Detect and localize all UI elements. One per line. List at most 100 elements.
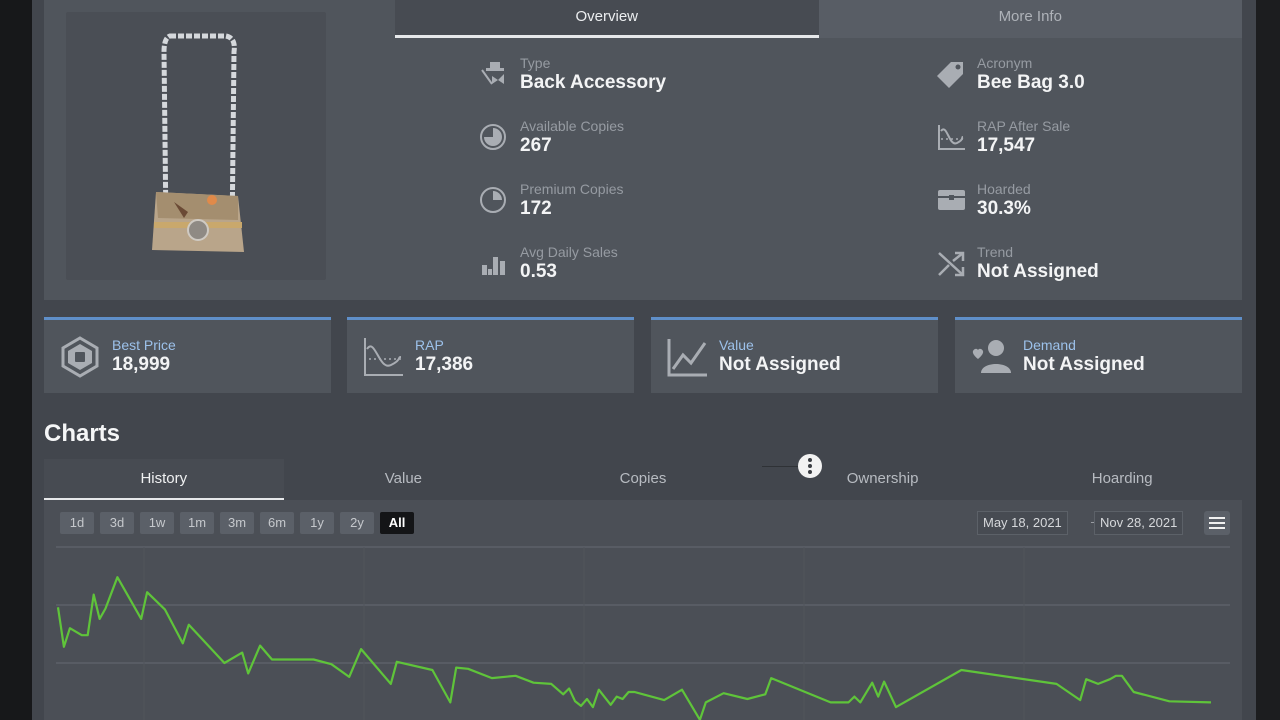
data-point[interactable] <box>545 678 557 690</box>
data-point[interactable] <box>878 676 890 688</box>
info-hoarded-label: Hoarded <box>977 181 1031 197</box>
data-point[interactable] <box>587 701 599 713</box>
data-point[interactable] <box>135 613 147 625</box>
range-6m[interactable]: 6m <box>260 512 294 534</box>
info-acronym-value: Bee Bag 3.0 <box>977 72 1085 93</box>
stat-value-label: Value <box>719 337 754 353</box>
hat-icon <box>478 58 512 90</box>
range-1y[interactable]: 1y <box>300 512 334 534</box>
data-point[interactable] <box>462 663 474 675</box>
range-1m[interactable]: 1m <box>180 512 214 534</box>
stat-rap-label: RAP <box>415 337 444 353</box>
data-point[interactable] <box>629 686 641 698</box>
data-point[interactable] <box>563 683 575 695</box>
info-hoarded-value: 30.3% <box>977 198 1031 219</box>
data-point[interactable] <box>486 672 498 684</box>
shuffle-icon <box>935 247 969 279</box>
data-point[interactable] <box>759 688 771 700</box>
data-point[interactable] <box>450 662 462 674</box>
data-point[interactable] <box>1128 686 1140 698</box>
data-point[interactable] <box>955 664 967 676</box>
data-point[interactable] <box>218 657 230 669</box>
data-point[interactable] <box>266 654 278 666</box>
data-point[interactable] <box>718 687 730 699</box>
tab-hoarding[interactable]: Hoarding <box>1002 459 1242 501</box>
tab-copies[interactable]: Copies <box>523 459 763 501</box>
tab-history[interactable]: History <box>44 459 284 501</box>
data-point[interactable] <box>866 677 878 689</box>
data-point[interactable] <box>242 667 254 679</box>
data-point[interactable] <box>658 694 670 706</box>
data-point[interactable] <box>183 619 195 631</box>
data-point[interactable] <box>872 691 884 703</box>
data-point[interactable] <box>343 671 355 683</box>
data-point[interactable] <box>854 696 866 708</box>
data-point[interactable] <box>385 678 397 690</box>
data-point[interactable] <box>64 622 76 634</box>
data-point[interactable] <box>444 696 456 708</box>
data-point[interactable] <box>254 640 266 652</box>
range-1w[interactable]: 1w <box>140 512 174 534</box>
data-point[interactable] <box>700 696 712 708</box>
date-to-input[interactable]: Nov 28, 2021 <box>1094 511 1184 535</box>
data-point[interactable] <box>236 647 248 659</box>
data-point[interactable] <box>426 664 438 676</box>
rap-curve-icon <box>935 121 969 153</box>
data-point[interactable] <box>676 684 688 696</box>
range-2y[interactable]: 2y <box>340 512 374 534</box>
chart-tabs: History Value Copies Ownership Hoarding <box>44 459 1242 501</box>
tab-more-info[interactable]: More Info <box>818 0 1242 38</box>
data-point[interactable] <box>159 604 171 616</box>
data-point[interactable] <box>325 658 337 670</box>
data-point[interactable] <box>510 670 522 682</box>
info-avg-daily-sales: Avg Daily Sales 0.53 <box>478 243 618 283</box>
data-point[interactable] <box>391 656 403 668</box>
more-options-icon[interactable] <box>798 454 822 478</box>
info-type-label: Type <box>520 55 551 71</box>
data-point[interactable] <box>1074 694 1086 706</box>
info-acronym: Acronym Bee Bag 3.0 <box>935 54 1085 94</box>
data-point[interactable] <box>593 684 605 696</box>
data-point[interactable] <box>308 654 320 666</box>
window-left-edge <box>0 0 32 720</box>
data-point[interactable] <box>1051 678 1063 690</box>
data-point[interactable] <box>111 571 123 583</box>
range-all[interactable]: All <box>380 512 414 534</box>
data-point[interactable] <box>825 696 837 708</box>
history-chart-panel: 1d 3d 1w 1m 3m 6m 1y 2y All May 18, 2021… <box>44 500 1242 720</box>
range-3d[interactable]: 3d <box>100 512 134 534</box>
data-point[interactable] <box>100 603 112 615</box>
data-point[interactable] <box>94 613 106 625</box>
data-point[interactable] <box>52 601 64 613</box>
data-point[interactable] <box>88 589 100 601</box>
data-point[interactable] <box>1163 695 1175 707</box>
data-point[interactable] <box>741 693 753 705</box>
demand-users-icon <box>969 335 1013 379</box>
stat-value: Value Not Assigned <box>651 317 938 393</box>
data-point[interactable] <box>765 672 777 684</box>
data-point[interactable] <box>141 586 153 598</box>
data-point[interactable] <box>528 677 540 689</box>
data-point[interactable] <box>177 637 189 649</box>
data-point[interactable] <box>890 701 902 713</box>
info-available-copies-value: 267 <box>520 135 552 156</box>
window-right-edge <box>1256 0 1280 720</box>
info-premium-copies-label: Premium Copies <box>520 181 624 197</box>
tab-value[interactable]: Value <box>284 459 524 501</box>
range-1d[interactable]: 1d <box>60 512 94 534</box>
stat-rap: RAP 17,386 <box>347 317 634 393</box>
data-point[interactable] <box>58 641 70 653</box>
data-point[interactable] <box>1116 670 1128 682</box>
chart-menu-button[interactable] <box>1204 511 1230 535</box>
data-point[interactable] <box>355 643 367 655</box>
data-point[interactable] <box>1092 678 1104 690</box>
data-point[interactable] <box>1205 696 1217 708</box>
range-3m[interactable]: 3m <box>220 512 254 534</box>
data-point[interactable] <box>1080 673 1092 685</box>
scroll-indicator-line <box>762 466 798 467</box>
date-from-input[interactable]: May 18, 2021 <box>977 511 1068 535</box>
bar-chart-icon <box>478 247 512 279</box>
charts-heading: Charts <box>44 420 121 447</box>
data-point[interactable] <box>82 629 94 641</box>
tab-overview[interactable]: Overview <box>395 0 819 38</box>
